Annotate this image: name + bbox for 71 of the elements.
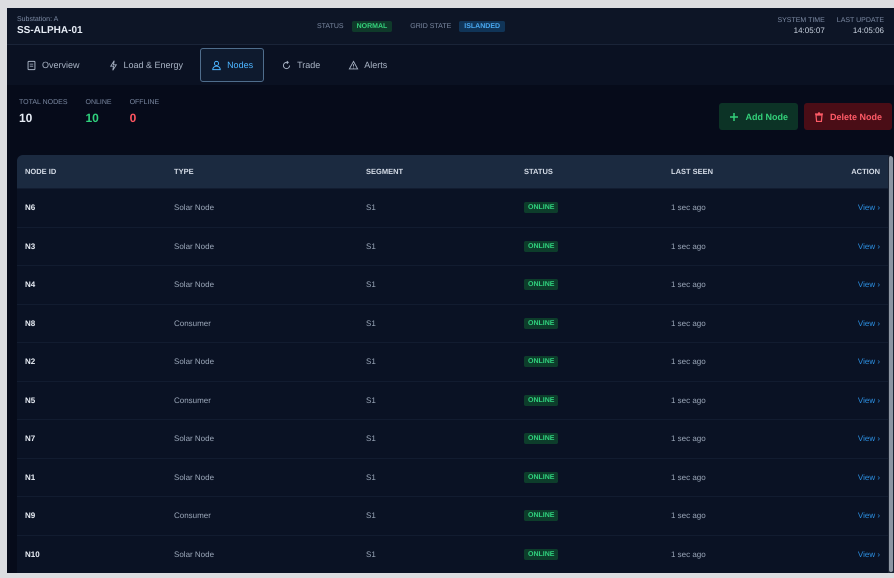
table-cell: N3 bbox=[17, 227, 166, 266]
table-cell: Solar Node bbox=[166, 458, 358, 496]
table-cell: N7 bbox=[17, 420, 166, 458]
table-cell: Solar Node bbox=[166, 266, 358, 304]
table-cell: 1 sec ago bbox=[663, 381, 790, 420]
trash-icon bbox=[814, 112, 824, 122]
view-link[interactable]: View › bbox=[858, 396, 880, 405]
table-cell: Solar Node bbox=[166, 227, 358, 266]
site-name: SS-ALPHA-01 bbox=[17, 25, 84, 36]
table-cell: N6 bbox=[17, 188, 166, 227]
table-cell: S1 bbox=[358, 458, 516, 496]
nav-tab[interactable]: Overview bbox=[15, 48, 91, 82]
table-cell: Consumer bbox=[166, 381, 358, 420]
delete-node-button[interactable]: Delete Node bbox=[804, 103, 892, 130]
table-cell: N8 bbox=[17, 304, 166, 342]
nav-tab[interactable]: Alerts bbox=[337, 48, 398, 82]
clock-value: 14:05:07 bbox=[794, 26, 825, 35]
table-cell: S1 bbox=[358, 381, 516, 420]
table-cell: N10 bbox=[17, 535, 166, 573]
table-cell: S1 bbox=[358, 227, 516, 266]
view-link[interactable]: View › bbox=[858, 550, 880, 559]
view-link[interactable]: View › bbox=[858, 472, 880, 482]
plus-icon bbox=[729, 112, 740, 122]
table-cell: N5 bbox=[17, 381, 166, 420]
scrollbar[interactable] bbox=[888, 155, 894, 573]
view-link[interactable]: View › bbox=[858, 203, 880, 212]
stat-value: 0 bbox=[130, 111, 138, 125]
table-cell: S1 bbox=[358, 420, 516, 458]
table-cell: N1 bbox=[17, 458, 166, 496]
clock-value: 14:05:06 bbox=[852, 26, 884, 35]
table-cell: S1 bbox=[358, 266, 516, 304]
stat-value: 10 bbox=[19, 111, 34, 125]
stat-value: 10 bbox=[86, 111, 100, 125]
user-icon bbox=[211, 60, 222, 70]
table-cell: S1 bbox=[358, 535, 516, 573]
table-cell: 1 sec ago bbox=[663, 420, 790, 458]
table-cell: 1 sec ago bbox=[663, 535, 790, 573]
table-cell: S1 bbox=[358, 304, 516, 342]
view-link[interactable]: View › bbox=[858, 242, 880, 251]
warning-icon bbox=[348, 60, 360, 70]
nav-tab[interactable]: Load & Energy bbox=[96, 48, 194, 82]
view-link[interactable]: View › bbox=[858, 280, 880, 290]
nav-tab[interactable]: Trade bbox=[270, 48, 332, 82]
table-cell: S1 bbox=[358, 496, 516, 535]
view-link[interactable]: View › bbox=[858, 511, 880, 520]
table-cell: 1 sec ago bbox=[663, 342, 790, 381]
table-cell: N9 bbox=[17, 496, 166, 535]
table-cell: N2 bbox=[17, 342, 166, 381]
table-cell: Consumer bbox=[166, 304, 358, 342]
table-cell: S1 bbox=[358, 342, 516, 381]
table-cell: 1 sec ago bbox=[663, 266, 790, 304]
table-cell: Solar Node bbox=[166, 535, 358, 573]
table-cell: 1 sec ago bbox=[663, 188, 790, 227]
table-cell: Solar Node bbox=[166, 342, 358, 381]
table-cell: 1 sec ago bbox=[663, 458, 790, 496]
table-cell: 1 sec ago bbox=[663, 304, 790, 342]
view-link[interactable]: View › bbox=[858, 357, 880, 366]
table-cell: 1 sec ago bbox=[663, 227, 790, 266]
bolt-icon bbox=[108, 60, 119, 70]
table-cell: Solar Node bbox=[166, 188, 358, 227]
table-cell: S1 bbox=[358, 188, 516, 227]
table-cell: 1 sec ago bbox=[663, 496, 790, 535]
add-node-button[interactable]: Add Node bbox=[719, 103, 798, 130]
table-cell: Solar Node bbox=[166, 420, 358, 458]
table-cell: Consumer bbox=[166, 496, 358, 535]
view-link[interactable]: View › bbox=[858, 318, 880, 328]
document-icon bbox=[26, 60, 37, 70]
refresh-icon bbox=[281, 60, 292, 70]
table-cell: N4 bbox=[17, 266, 166, 304]
view-link[interactable]: View › bbox=[858, 434, 880, 444]
nav-tab[interactable]: Nodes bbox=[200, 48, 264, 82]
